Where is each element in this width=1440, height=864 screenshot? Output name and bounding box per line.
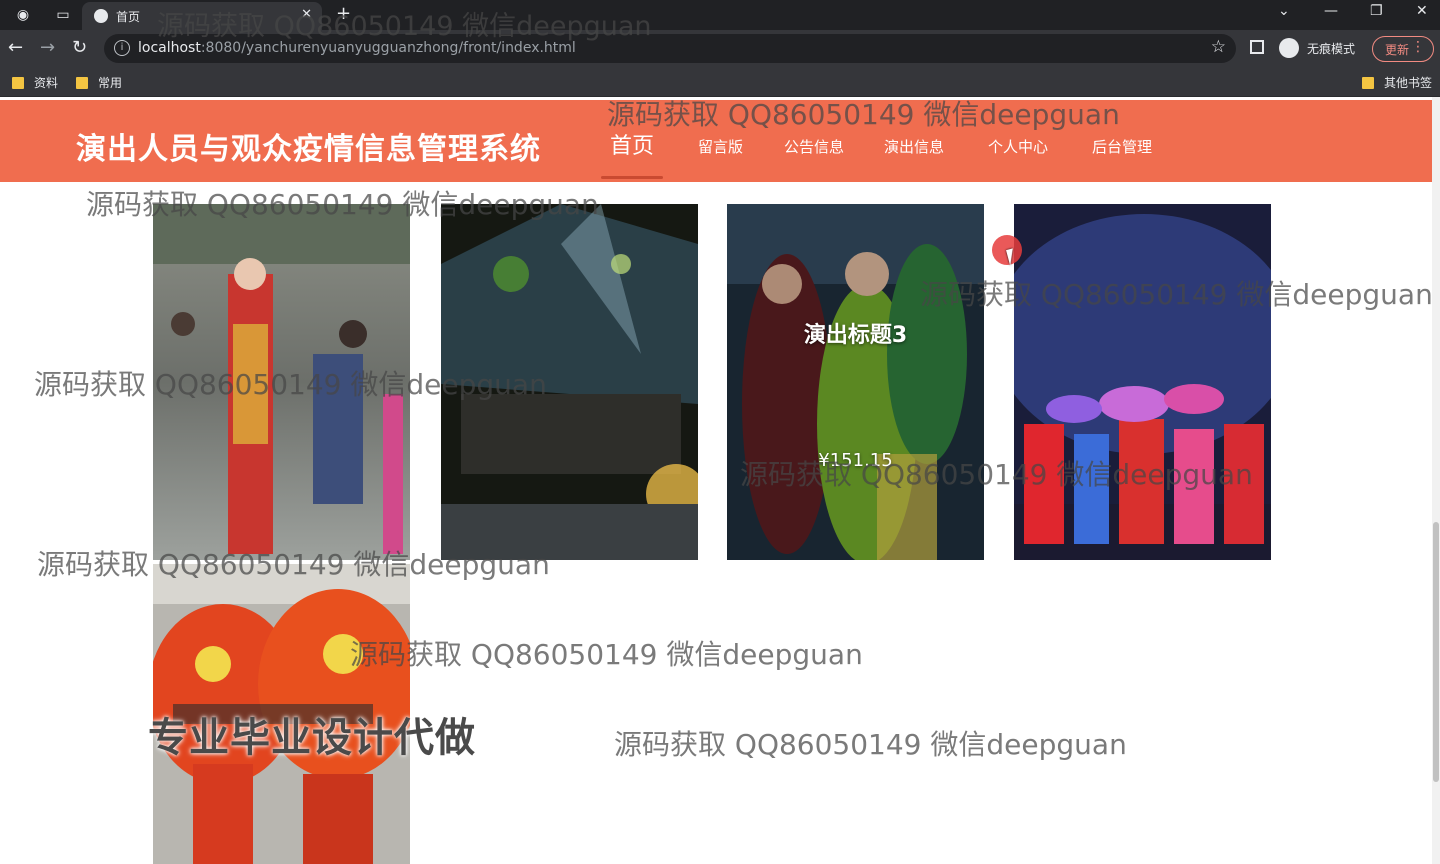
other-bookmarks[interactable]: 其他书签 bbox=[1362, 74, 1432, 91]
forward-icon[interactable]: → bbox=[40, 38, 55, 58]
nav-item-announcements[interactable]: 公告信息 bbox=[784, 136, 844, 157]
site-title: 演出人员与观众疫情信息管理系统 bbox=[76, 132, 541, 167]
nav-active-indicator bbox=[601, 176, 663, 179]
performance-image bbox=[153, 204, 410, 560]
watermark-text: 源码获取 QQ86050149 微信deepguan bbox=[350, 638, 863, 671]
update-button[interactable]: 更新 ⋮ bbox=[1372, 36, 1434, 62]
close-tab-icon[interactable]: ✕ bbox=[301, 7, 312, 22]
url-text[interactable]: localhost:8080/yanchurenyuanyugguanzhong… bbox=[138, 40, 576, 56]
watermark-text: 源码获取 QQ86050149 微信deepguan bbox=[614, 728, 1127, 761]
folder-icon bbox=[1362, 76, 1374, 89]
nav-item-admin[interactable]: 后台管理 bbox=[1092, 136, 1152, 157]
close-window-icon[interactable]: ✕ bbox=[1416, 3, 1428, 19]
folder-icon bbox=[76, 76, 88, 89]
browser-tab-strip: ◉ ▭ 首页 ✕ + ⌄ — ❐ ✕ bbox=[0, 0, 1440, 30]
performance-card[interactable] bbox=[1014, 204, 1271, 560]
folder-icon bbox=[12, 76, 24, 89]
back-icon[interactable]: ← bbox=[8, 38, 23, 58]
bookmark-star-icon[interactable]: ☆ bbox=[1211, 37, 1226, 57]
site-header: 演出人员与观众疫情信息管理系统 首页 留言版 公告信息 演出信息 个人中心 后台… bbox=[0, 100, 1432, 182]
promo-watermark: 专业毕业设计代做 bbox=[148, 715, 476, 761]
card-title: 演出标题3 bbox=[803, 323, 908, 348]
browser-toolbar: ← → ↻ i localhost:8080/yanchurenyuanyugg… bbox=[0, 30, 1440, 67]
address-bar[interactable]: i localhost:8080/yanchurenyuanyugguanzho… bbox=[104, 34, 1236, 63]
card-hover-overlay bbox=[727, 204, 984, 560]
scrollbar-thumb[interactable] bbox=[1433, 522, 1439, 782]
bookmarks-bar: 资料 常用 其他书签 bbox=[0, 67, 1440, 97]
page-viewport: 演出人员与观众疫情信息管理系统 首页 留言版 公告信息 演出信息 个人中心 后台… bbox=[0, 97, 1440, 864]
nav-item-guestbook[interactable]: 留言版 bbox=[698, 136, 743, 157]
card-price: ¥151.15 bbox=[818, 450, 893, 471]
minimize-icon[interactable]: — bbox=[1324, 3, 1338, 19]
tab-groups-icon[interactable]: ▭ bbox=[54, 6, 72, 24]
reload-icon[interactable]: ↻ bbox=[72, 38, 87, 58]
tab-title: 首页 bbox=[116, 9, 141, 24]
incognito-indicator[interactable]: 无痕模式 bbox=[1279, 38, 1355, 58]
bookmark-folder[interactable]: 常用 bbox=[76, 74, 122, 91]
performance-image bbox=[1014, 204, 1271, 560]
restore-icon[interactable]: ❐ bbox=[1370, 3, 1383, 19]
side-panel-icon[interactable] bbox=[1250, 40, 1264, 54]
performance-card[interactable] bbox=[441, 204, 698, 560]
browser-tab[interactable]: 首页 ✕ bbox=[82, 2, 322, 30]
bookmark-folder[interactable]: 资料 bbox=[12, 74, 58, 91]
site-info-icon[interactable]: i bbox=[114, 40, 130, 56]
nav-item-home[interactable]: 首页 bbox=[610, 128, 654, 160]
globe-icon bbox=[94, 9, 108, 23]
nav-item-performances[interactable]: 演出信息 bbox=[884, 136, 944, 157]
performance-card[interactable]: 演出标题3 ¥151.15 bbox=[727, 204, 984, 560]
tab-search-icon[interactable]: ⌄ bbox=[1278, 3, 1290, 19]
performance-card[interactable] bbox=[153, 204, 410, 560]
menu-dots-icon[interactable]: ⋮ bbox=[1411, 39, 1425, 55]
browser-logo-icon: ◉ bbox=[16, 7, 30, 23]
performance-image bbox=[441, 204, 698, 560]
nav-item-profile[interactable]: 个人中心 bbox=[988, 136, 1048, 157]
new-tab-icon[interactable]: + bbox=[336, 3, 351, 24]
incognito-icon bbox=[1279, 38, 1299, 58]
